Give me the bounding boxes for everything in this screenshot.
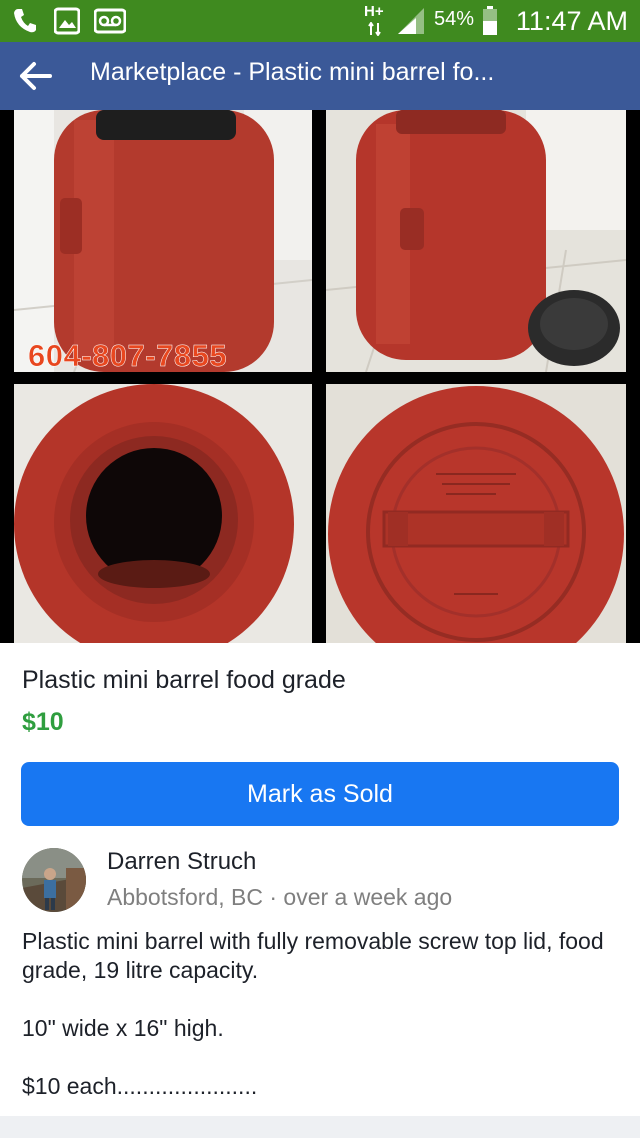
seller-location-time: Abbotsford, BC · over a week ago	[107, 884, 453, 910]
arrow-left-icon	[14, 62, 58, 100]
listing-title: Plastic mini barrel food grade	[22, 666, 346, 694]
battery-percent: 54%	[434, 8, 475, 30]
mark-as-sold-button[interactable]: Mark as Sold	[21, 762, 619, 826]
phone-watermark: 604-807-7855	[28, 338, 228, 372]
barrel-top-view-tile	[14, 384, 312, 643]
listing-photo[interactable]: 604-807-7855	[0, 110, 640, 643]
listing-description: Plastic mini barrel with fully removable…	[22, 928, 604, 1099]
bottom-divider	[0, 1116, 640, 1138]
barrel-open-photo-tile	[326, 110, 626, 372]
data-arrows-icon	[368, 21, 382, 41]
barrel-photo-tile: 604-807-7855	[14, 110, 312, 372]
listing-price: $10	[22, 708, 64, 736]
voicemail-icon	[93, 7, 127, 40]
image-icon	[53, 7, 81, 40]
seller-name[interactable]: Darren Struch	[107, 848, 256, 876]
status-bar: H+ 54% 11:47 AM	[0, 0, 640, 42]
avatar[interactable]	[22, 848, 86, 912]
battery-icon	[482, 6, 498, 41]
signal-icon	[396, 6, 426, 41]
page-title: Marketplace - Plastic mini barrel fo...	[90, 58, 495, 86]
top-nav-bar: Marketplace - Plastic mini barrel fo...	[0, 42, 640, 110]
network-type: H+	[364, 3, 384, 20]
barrel-bottom-view-tile	[326, 384, 626, 643]
back-button[interactable]	[14, 56, 58, 96]
clock: 11:47 AM	[515, 6, 628, 36]
phone-icon	[12, 7, 38, 40]
